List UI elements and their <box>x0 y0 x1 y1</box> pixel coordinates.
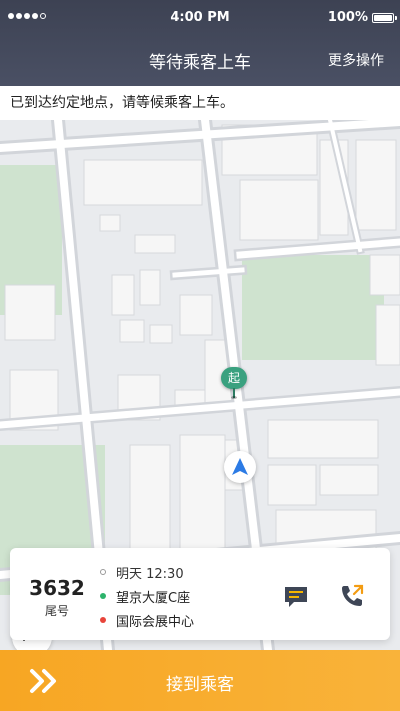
status-bar: 4:00 PM 100% <box>0 0 400 36</box>
dropoff-dot-icon <box>100 617 106 623</box>
header: 4:00 PM 100% 等待乘客上车 更多操作 <box>0 0 400 86</box>
trip-info: 明天 12:30 望京大厦C座 国际会展中心 <box>100 560 194 632</box>
more-operations-button[interactable]: 更多操作 <box>328 50 384 70</box>
battery-icon <box>372 12 397 23</box>
phone-icon <box>342 584 364 606</box>
pickup-row: 望京大厦C座 <box>100 584 194 608</box>
battery-indicator: 100% <box>327 10 397 25</box>
navigation-arrow-icon <box>224 451 256 483</box>
arrival-notice: 已到达约定地点，请等候乘客上车。 <box>0 86 400 120</box>
dropoff-row: 国际会展中心 <box>100 608 194 632</box>
pickup-passenger-label: 接到乘客 <box>166 675 234 695</box>
battery-percent: 100% <box>327 10 368 25</box>
message-button[interactable] <box>282 584 310 610</box>
phone-tail-number: 3632 <box>29 576 85 600</box>
pickup-dot-icon <box>100 593 106 599</box>
message-icon <box>285 587 307 607</box>
phone-tail-label: 尾号 <box>44 604 69 618</box>
start-pin-icon[interactable]: 起 <box>218 367 250 401</box>
pickup-passenger-button[interactable]: 接到乘客 <box>0 650 400 711</box>
pickup-time: 明天 12:30 <box>116 566 184 582</box>
order-card[interactable]: 3632 尾号 明天 12:30 望京大厦C座 国际会展中心 <box>10 548 390 640</box>
start-marker-label: 起 <box>221 367 247 389</box>
pickup-time-row: 明天 12:30 <box>100 560 194 584</box>
clock-icon <box>100 569 106 575</box>
pickup-location: 望京大厦C座 <box>116 590 191 606</box>
call-button[interactable] <box>338 582 366 610</box>
dropoff-location: 国际会展中心 <box>116 614 195 630</box>
